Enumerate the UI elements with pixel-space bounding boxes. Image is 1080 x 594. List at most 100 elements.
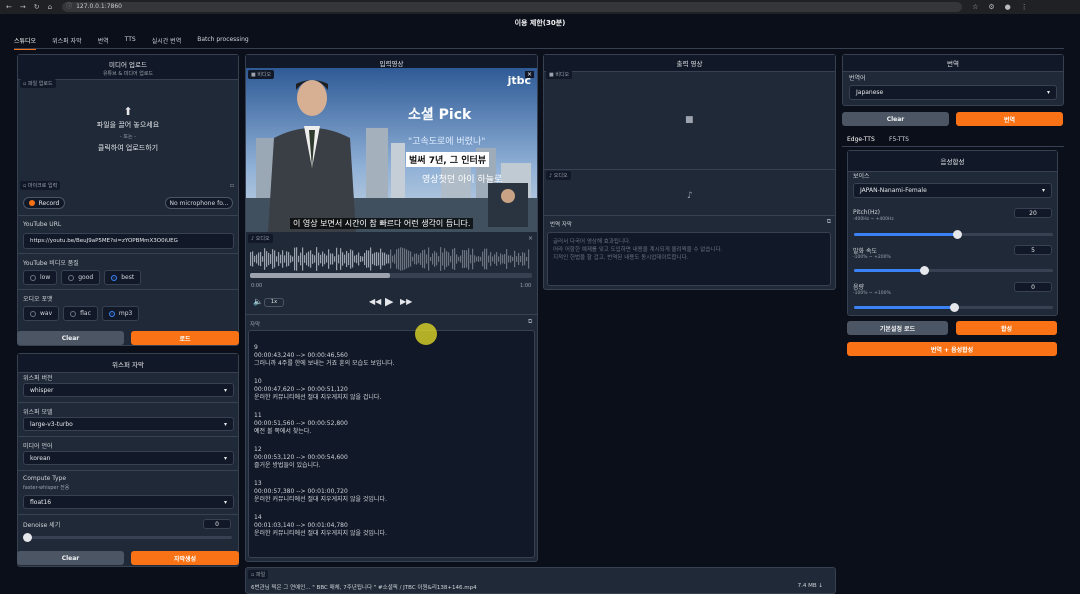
media-lang-select[interactable]: korean ▾ <box>23 451 234 465</box>
rate-slider[interactable] <box>854 266 1053 275</box>
audio-clear-icon[interactable]: × <box>528 235 533 242</box>
audio-option-mp3[interactable]: mp3 <box>101 306 140 321</box>
browser-nav: ← → ↻ ⌂ <box>0 3 52 11</box>
waveform-bar <box>496 252 498 266</box>
audio-progress-fill <box>250 273 390 278</box>
synthesize-button[interactable]: 합성 <box>956 321 1057 335</box>
waveform-bar <box>320 254 322 264</box>
subtitle-time: 00:00:53,120 --> 00:00:54,600 <box>254 454 348 461</box>
audio-option-flac[interactable]: flac <box>63 306 98 321</box>
pitch-slider[interactable] <box>854 230 1053 239</box>
whisper-submit-button[interactable]: 자막생성 <box>131 551 239 565</box>
quality-option-low[interactable]: low <box>23 270 58 285</box>
file-dropzone[interactable]: ⬆ 파일을 끌어 놓으세요 - 또는 - 클릭하여 업로드하기 <box>20 89 236 181</box>
waveform-bar <box>338 254 340 264</box>
slider-fill <box>854 233 958 236</box>
waveform-bar <box>290 255 292 263</box>
waveform-bar <box>472 248 474 270</box>
reset-defaults-button[interactable]: 기본설정 로드 <box>847 321 948 335</box>
waveform-bar <box>340 248 342 270</box>
rewind-icon[interactable]: ◀◀ <box>369 297 381 306</box>
whisper-panel: 위스퍼 자막 위스퍼 버전 whisper ▾ 위스퍼 모델 large-v3-t… <box>17 353 239 567</box>
subtitles-textarea[interactable]: 9 00:00:43,240 --> 00:00:46,560 그러니까 4주를… <box>248 330 535 558</box>
mic-clear-icon[interactable]: ▫ <box>230 182 234 189</box>
volume-icon[interactable]: 🔈 <box>253 297 263 306</box>
voice-select[interactable]: JAPAN-Nanami-Female ▾ <box>853 183 1052 198</box>
back-icon[interactable]: ← <box>6 3 12 11</box>
slider-knob[interactable] <box>919 266 929 275</box>
volume-value[interactable]: 0 <box>1014 282 1052 292</box>
audio-label: ♪ 오디오 <box>248 234 273 243</box>
tab-f5-tts[interactable]: F5-TTS <box>889 136 909 143</box>
file-name[interactable]: 6번관님 찍은 그 연예인... " BBC 매체, 7주년됩니다 " #소셜픽… <box>251 583 477 591</box>
upload-clear-button[interactable]: Clear <box>17 331 124 345</box>
address-bar[interactable]: ⓘ 127.0.0.1:7860 <box>62 2 963 12</box>
volume-slider[interactable] <box>854 303 1053 312</box>
translate-synthesize-button[interactable]: 번역 + 음성합성 <box>847 342 1057 356</box>
file-size[interactable]: 7.4 MB ↓ <box>798 583 823 589</box>
waveform-bar <box>514 250 516 268</box>
waveform-bar <box>438 256 440 262</box>
subtitles-copy-icon[interactable]: ⧉ <box>528 318 532 326</box>
extensions-icon[interactable]: ⚙ <box>988 3 994 11</box>
menu-icon[interactable]: ⋮ <box>1021 3 1028 11</box>
waveform-bar <box>346 250 348 268</box>
forward-skip-icon[interactable]: ▶▶ <box>400 297 412 306</box>
waveform-bar <box>492 256 494 262</box>
forward-icon[interactable]: → <box>20 3 26 11</box>
subtitle-time: 00:00:57,380 --> 00:01:00,720 <box>254 488 348 495</box>
video-clear-icon[interactable]: × <box>524 71 534 78</box>
address-text: 127.0.0.1:7860 <box>76 3 122 10</box>
home-icon[interactable]: ⌂ <box>48 3 52 11</box>
play-icon[interactable]: ▶ <box>385 295 393 308</box>
upload-header: 미디어 업로드 유튜브 & 미디어 업로드 <box>18 55 238 80</box>
audio-format-label: 오디오 포맷 <box>23 296 53 303</box>
profile-icon[interactable]: ● <box>1005 3 1011 11</box>
denoise-slider[interactable] <box>23 533 232 542</box>
subtitle-time: 00:00:43,240 --> 00:00:46,560 <box>254 352 348 359</box>
translated-sub-textarea[interactable]: 글러서 다국어 영상해 효과됩니다. 어라 어항한 예제를 잊고 도입하면 내용… <box>547 232 831 286</box>
record-button[interactable]: Record <box>23 197 65 209</box>
translate-submit-button[interactable]: 번역 <box>956 112 1063 126</box>
waveform-bar <box>386 254 388 264</box>
quality-option-best[interactable]: best <box>104 270 142 285</box>
waveform-bar <box>308 251 310 267</box>
pitch-value[interactable]: 20 <box>1014 208 1052 218</box>
slider-knob[interactable] <box>23 533 32 542</box>
rate-value[interactable]: 5 <box>1014 245 1052 255</box>
whisper-version-select[interactable]: whisper ▾ <box>23 383 234 397</box>
waveform-bar <box>434 251 436 267</box>
translated-copy-icon[interactable]: ⧉ <box>827 218 831 226</box>
waveform-bar <box>262 256 264 262</box>
star-icon[interactable]: ☆ <box>972 3 978 11</box>
audio-option-wav[interactable]: wav <box>23 306 60 321</box>
whisper-clear-button[interactable]: Clear <box>17 551 124 565</box>
site-info-icon[interactable]: ⓘ <box>66 2 72 12</box>
slider-knob[interactable] <box>953 230 963 239</box>
translate-clear-button[interactable]: Clear <box>842 112 949 126</box>
whisper-model-select[interactable]: large-v3-turbo ▾ <box>23 417 234 431</box>
waveform-bar <box>498 256 500 262</box>
waveform-bar <box>432 253 434 265</box>
waveform-bar <box>342 252 344 266</box>
radio-dot <box>70 310 77 317</box>
audio-waveform[interactable] <box>250 246 532 272</box>
audio-progress[interactable] <box>250 273 532 278</box>
denoise-value[interactable]: 0 <box>203 519 231 529</box>
waveform-bar <box>444 248 446 270</box>
waveform-bar <box>426 254 428 264</box>
quality-option-good[interactable]: good <box>61 270 101 285</box>
reload-icon[interactable]: ↻ <box>34 3 40 11</box>
target-lang-select[interactable]: Japanese ▾ <box>849 85 1057 100</box>
waveform-bar <box>252 251 254 267</box>
drop-main-text: 파일을 끌어 놓으세요 <box>96 121 160 129</box>
waveform-bar <box>272 249 274 269</box>
compute-type-select[interactable]: float16 ▾ <box>23 495 234 509</box>
slider-knob[interactable] <box>949 303 959 312</box>
mic-select[interactable]: No microphone fo... <box>165 197 233 209</box>
upload-submit-button[interactable]: 로드 <box>131 331 239 345</box>
speed-button[interactable]: 1x <box>264 298 284 307</box>
youtube-url-input[interactable]: https://youtu.be/BeuJ9aP5ME?si=zYOPBMmX3… <box>23 233 234 249</box>
input-video-player[interactable]: jtbc 소셜 Pick "고속도로에 버렸나" 벌써 7년, 그 인터뷰 영상… <box>246 68 537 232</box>
browser-actions: ☆ ⚙ ● ⋮ <box>972 3 1028 11</box>
